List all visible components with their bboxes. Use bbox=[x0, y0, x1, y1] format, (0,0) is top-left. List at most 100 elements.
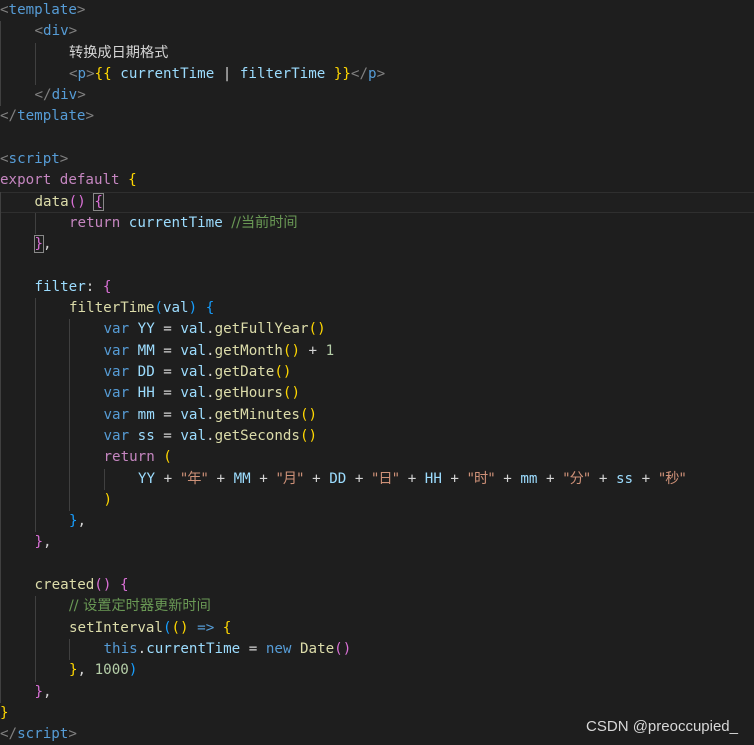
code-token: "秒" bbox=[658, 470, 686, 487]
code-line[interactable] bbox=[0, 128, 754, 149]
code-token: val bbox=[180, 364, 207, 381]
code-token: ss bbox=[615, 470, 634, 487]
indent-guide bbox=[34, 447, 36, 469]
code-line[interactable]: var mm = val.getMinutes() bbox=[0, 404, 754, 426]
code-line[interactable]: data() { bbox=[0, 191, 754, 213]
code-token: } bbox=[33, 235, 44, 254]
code-line-content: data() { bbox=[35, 192, 104, 213]
code-token: { bbox=[128, 172, 137, 189]
code-line[interactable]: 转换成日期格式 bbox=[0, 42, 754, 64]
code-token: > bbox=[376, 65, 386, 82]
code-line[interactable]: YY + "年" + MM + "月" + DD + "日" + HH + "时… bbox=[0, 468, 754, 490]
code-line[interactable]: setInterval(() => { bbox=[0, 617, 754, 639]
code-line[interactable]: var ss = val.getSeconds() bbox=[0, 425, 754, 448]
code-token: () bbox=[94, 577, 112, 594]
code-line-content: setInterval(() => { bbox=[69, 618, 231, 639]
code-token: div bbox=[51, 87, 78, 104]
indent-guide bbox=[0, 404, 1, 426]
code-token: DD bbox=[329, 470, 347, 487]
code-token: 1000 bbox=[94, 662, 129, 679]
code-token: currentTime bbox=[146, 640, 241, 657]
code-line[interactable]: filter: { bbox=[0, 276, 754, 299]
code-editor[interactable]: <template> <div> 转换成日期格式 <p>{{ currentTime … bbox=[0, 0, 754, 745]
code-token: mm bbox=[129, 406, 164, 423]
code-line[interactable]: var HH = val.getHours() bbox=[0, 383, 754, 405]
code-token: } bbox=[69, 513, 78, 530]
code-token: > bbox=[77, 87, 86, 104]
code-token: </ bbox=[350, 65, 369, 82]
indent-guide bbox=[34, 63, 36, 86]
code-token: YY bbox=[129, 321, 164, 338]
code-token: = bbox=[240, 640, 266, 657]
code-token: created bbox=[34, 577, 95, 594]
code-token: , bbox=[43, 236, 52, 253]
code-line[interactable]: <div> bbox=[0, 21, 754, 43]
code-line[interactable]: }, bbox=[0, 511, 754, 533]
code-token: HH bbox=[129, 385, 164, 402]
code-line[interactable]: }, bbox=[0, 532, 754, 554]
code-token: , bbox=[77, 513, 87, 530]
code-token: getMonth bbox=[214, 342, 283, 359]
indent-guide bbox=[0, 532, 1, 554]
code-token: . bbox=[206, 342, 215, 359]
indent-guide bbox=[0, 234, 1, 256]
code-line[interactable]: // 设置定时器更新时间 bbox=[0, 596, 754, 618]
code-line[interactable]: <template> bbox=[0, 0, 754, 21]
code-token: filterTime bbox=[69, 300, 155, 317]
code-token: export bbox=[0, 172, 52, 189]
code-line[interactable]: <p>{{ currentTime | filterTime }}</p> bbox=[0, 63, 754, 86]
code-line[interactable]: }, bbox=[0, 234, 754, 256]
indent-guide bbox=[0, 660, 1, 682]
code-line-content: <div> bbox=[35, 21, 78, 42]
code-line[interactable]: return ( bbox=[0, 447, 754, 469]
code-token: > bbox=[68, 726, 77, 743]
code-token: . bbox=[206, 427, 215, 444]
indent-guide bbox=[0, 191, 1, 213]
indent-guide bbox=[34, 383, 36, 405]
indent-guide bbox=[34, 617, 36, 639]
code-token: . bbox=[206, 321, 215, 338]
code-token: 1 bbox=[325, 342, 335, 359]
code-line-content: </template> bbox=[0, 106, 94, 127]
code-line[interactable]: </template> bbox=[0, 106, 754, 127]
code-line-content: var ss = val.getSeconds() bbox=[104, 426, 318, 447]
code-line[interactable]: }, bbox=[0, 681, 754, 703]
indent-guide bbox=[34, 340, 36, 363]
code-line[interactable]: return currentTime //当前时间 bbox=[0, 212, 754, 235]
code-token: ( bbox=[162, 619, 172, 636]
code-token: script bbox=[8, 151, 60, 168]
code-token: > bbox=[86, 65, 95, 82]
code-line[interactable]: </div> bbox=[0, 85, 754, 107]
code-line[interactable]: }, 1000) bbox=[0, 660, 754, 682]
code-line[interactable]: this.currentTime = new Date() bbox=[0, 638, 754, 661]
code-line-content: var DD = val.getDate() bbox=[104, 362, 292, 383]
indent-guide bbox=[0, 447, 1, 469]
indent-guide bbox=[0, 276, 1, 299]
code-line[interactable]: var MM = val.getMonth() + 1 bbox=[0, 340, 754, 363]
code-line[interactable]: var YY = val.getFullYear() bbox=[0, 319, 754, 341]
code-token: } bbox=[69, 662, 78, 679]
code-token: + bbox=[399, 470, 425, 487]
code-line[interactable]: export default { bbox=[0, 170, 754, 191]
code-token: + bbox=[300, 342, 326, 359]
indent-guide bbox=[0, 511, 1, 533]
indent-guide bbox=[34, 638, 36, 661]
code-token: template bbox=[17, 108, 86, 125]
code-line[interactable]: created() { bbox=[0, 575, 754, 597]
indent-guide bbox=[34, 489, 36, 512]
watermark: CSDN @preoccupied_ bbox=[586, 718, 738, 735]
code-token: return bbox=[69, 214, 121, 231]
code-token: getMinutes bbox=[214, 406, 300, 423]
code-line[interactable]: <script> bbox=[0, 149, 754, 170]
code-line[interactable]: filterTime(val) { bbox=[0, 298, 754, 320]
code-line[interactable] bbox=[0, 553, 754, 576]
code-line[interactable] bbox=[0, 255, 754, 277]
code-token: < bbox=[0, 2, 9, 18]
code-token: + bbox=[155, 470, 181, 487]
code-line[interactable]: ) bbox=[0, 489, 754, 512]
code-line[interactable]: var DD = val.getDate() bbox=[0, 362, 754, 384]
code-token: var bbox=[103, 364, 130, 381]
